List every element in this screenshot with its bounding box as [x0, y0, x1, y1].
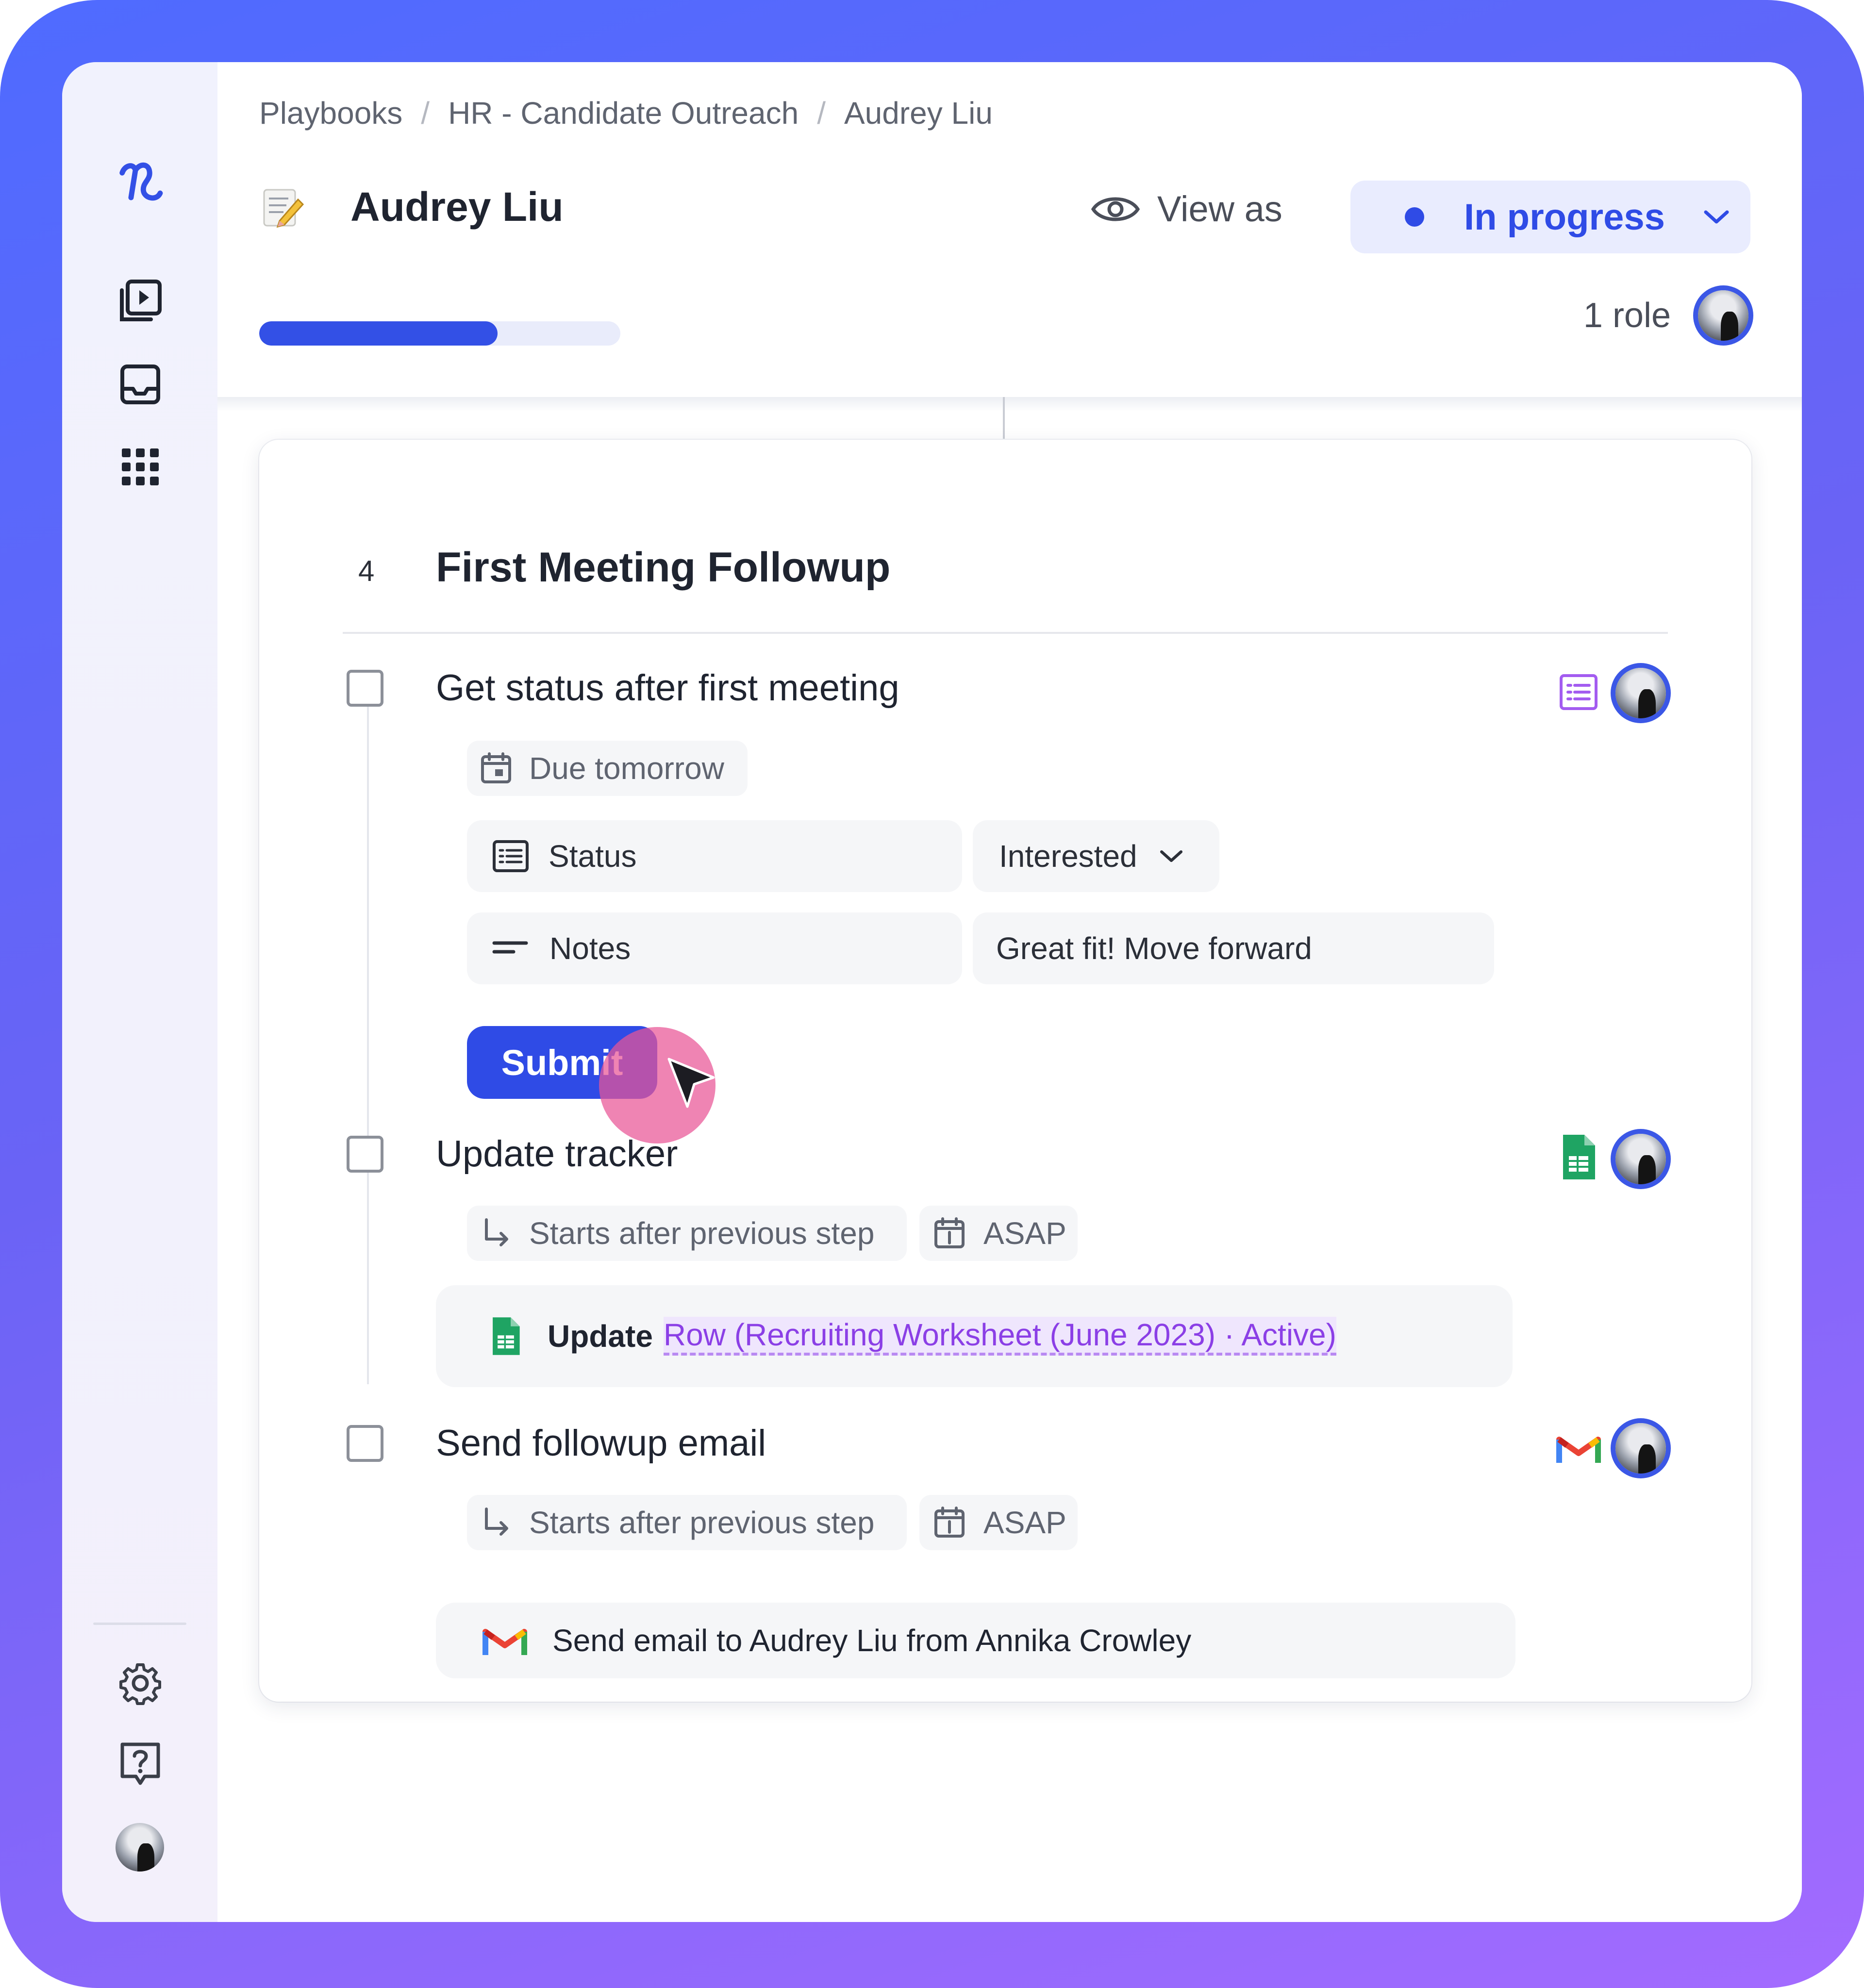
status-field-text: Status — [549, 839, 637, 874]
cursor-icon — [666, 1056, 719, 1117]
app-window: Playbooks / HR - Candidate Outreach / Au… — [62, 62, 1802, 1922]
status-label: In progress — [1464, 196, 1665, 238]
progress-bar — [259, 321, 620, 346]
settings-icon[interactable] — [116, 1659, 165, 1707]
logo-icon[interactable] — [116, 159, 165, 208]
eye-icon — [1091, 197, 1140, 221]
timing-label: ASAP — [983, 1505, 1066, 1540]
starts-after-label: Starts after previous step — [529, 1505, 875, 1540]
starts-after-chip[interactable]: Starts after previous step — [467, 1206, 907, 1261]
calendar-icon — [934, 1507, 965, 1538]
notes-field-text: Notes — [549, 931, 631, 966]
step-checkbox[interactable] — [347, 670, 383, 707]
breadcrumb-playbook[interactable]: HR - Candidate Outreach — [448, 95, 799, 131]
section-title: First Meeting Followup — [436, 544, 891, 591]
roles-label: 1 role — [1583, 296, 1671, 335]
google-sheets-icon — [1555, 1134, 1602, 1180]
breadcrumb-separator: / — [421, 96, 430, 131]
google-sheets-icon — [493, 1317, 520, 1355]
progress-fill — [259, 321, 498, 346]
status-field-label: Status — [467, 820, 962, 892]
gmail-icon — [1555, 1425, 1602, 1472]
worksheet-row-link[interactable]: Row (Recruiting Worksheet (June 2023) · … — [663, 1317, 1336, 1356]
status-select[interactable]: Interested — [973, 820, 1219, 892]
assignee-avatar[interactable] — [1615, 1423, 1666, 1474]
step-title[interactable]: Send followup email — [436, 1422, 766, 1464]
main-content: Playbooks / HR - Candidate Outreach / Au… — [217, 62, 1802, 1922]
view-as-button[interactable]: View as — [1091, 188, 1282, 230]
apps-grid-icon[interactable] — [116, 443, 165, 491]
calendar-icon — [934, 1217, 965, 1248]
breadcrumb-current: Audrey Liu — [844, 96, 993, 131]
section-number: 4 — [358, 555, 375, 587]
calendar-icon — [481, 752, 511, 783]
chevron-down-icon — [1160, 850, 1182, 862]
step-title[interactable]: Update tracker — [436, 1133, 678, 1175]
arrow-return-icon — [485, 1508, 508, 1536]
step-checkbox[interactable] — [347, 1136, 383, 1173]
gmail-action-card[interactable]: Send email to Audrey Liu from Annika Cro… — [436, 1603, 1515, 1678]
gmail-icon — [483, 1629, 527, 1655]
inbox-icon[interactable] — [116, 360, 165, 409]
status-dot — [1405, 207, 1424, 227]
timing-chip[interactable]: ASAP — [919, 1206, 1078, 1261]
step-checkbox[interactable] — [347, 1425, 383, 1462]
due-date-chip[interactable]: Due tomorrow — [467, 741, 748, 796]
timing-chip[interactable]: ASAP — [919, 1495, 1078, 1550]
due-date-label: Due tomorrow — [529, 751, 724, 786]
sidebar-divider — [93, 1623, 186, 1625]
assignee-avatar[interactable] — [1615, 1134, 1666, 1184]
steps-timeline — [367, 686, 369, 1384]
breadcrumb: Playbooks / HR - Candidate Outreach / Au… — [259, 95, 993, 131]
sidebar — [62, 62, 217, 1922]
section-divider — [343, 632, 1668, 634]
status-dropdown[interactable]: In progress — [1350, 181, 1750, 253]
breadcrumb-separator: / — [817, 96, 826, 131]
notes-field-label: Notes — [467, 912, 962, 984]
notes-input-value: Great fit! Move forward — [996, 931, 1312, 966]
step-title[interactable]: Get status after first meeting — [436, 667, 899, 709]
sheets-action-card[interactable]: Update Row (Recruiting Worksheet (June 2… — [436, 1285, 1513, 1387]
roles-indicator[interactable]: 1 role — [1583, 290, 1748, 341]
page-title: Audrey Liu — [350, 184, 564, 230]
view-as-label: View as — [1157, 189, 1282, 229]
form-icon — [1555, 669, 1602, 715]
app-frame: Playbooks / HR - Candidate Outreach / Au… — [0, 0, 1864, 1988]
action-verb: Update — [548, 1319, 653, 1354]
starts-after-label: Starts after previous step — [529, 1216, 875, 1251]
assignee-avatar[interactable] — [1615, 668, 1666, 718]
user-avatar[interactable] — [116, 1823, 164, 1872]
timing-label: ASAP — [983, 1216, 1066, 1251]
chevron-down-icon — [1704, 210, 1729, 224]
arrow-return-icon — [485, 1218, 508, 1246]
breadcrumb-playbooks[interactable]: Playbooks — [259, 95, 402, 131]
starts-after-chip[interactable]: Starts after previous step — [467, 1495, 907, 1550]
connector-line — [1003, 397, 1005, 441]
status-select-value: Interested — [999, 839, 1137, 874]
form-icon — [493, 840, 529, 872]
memo-emoji-icon — [259, 184, 306, 231]
section-card: 4 First Meeting Followup Get status afte… — [259, 440, 1751, 1702]
title-row: Audrey Liu — [259, 183, 564, 231]
help-icon[interactable] — [116, 1740, 165, 1788]
playbooks-icon[interactable] — [116, 277, 165, 325]
email-action-text: Send email to Audrey Liu from Annika Cro… — [552, 1623, 1192, 1658]
notes-input[interactable]: Great fit! Move forward — [973, 912, 1494, 984]
role-avatar — [1698, 290, 1748, 341]
notes-icon — [492, 941, 528, 954]
header-divider — [217, 397, 1802, 412]
